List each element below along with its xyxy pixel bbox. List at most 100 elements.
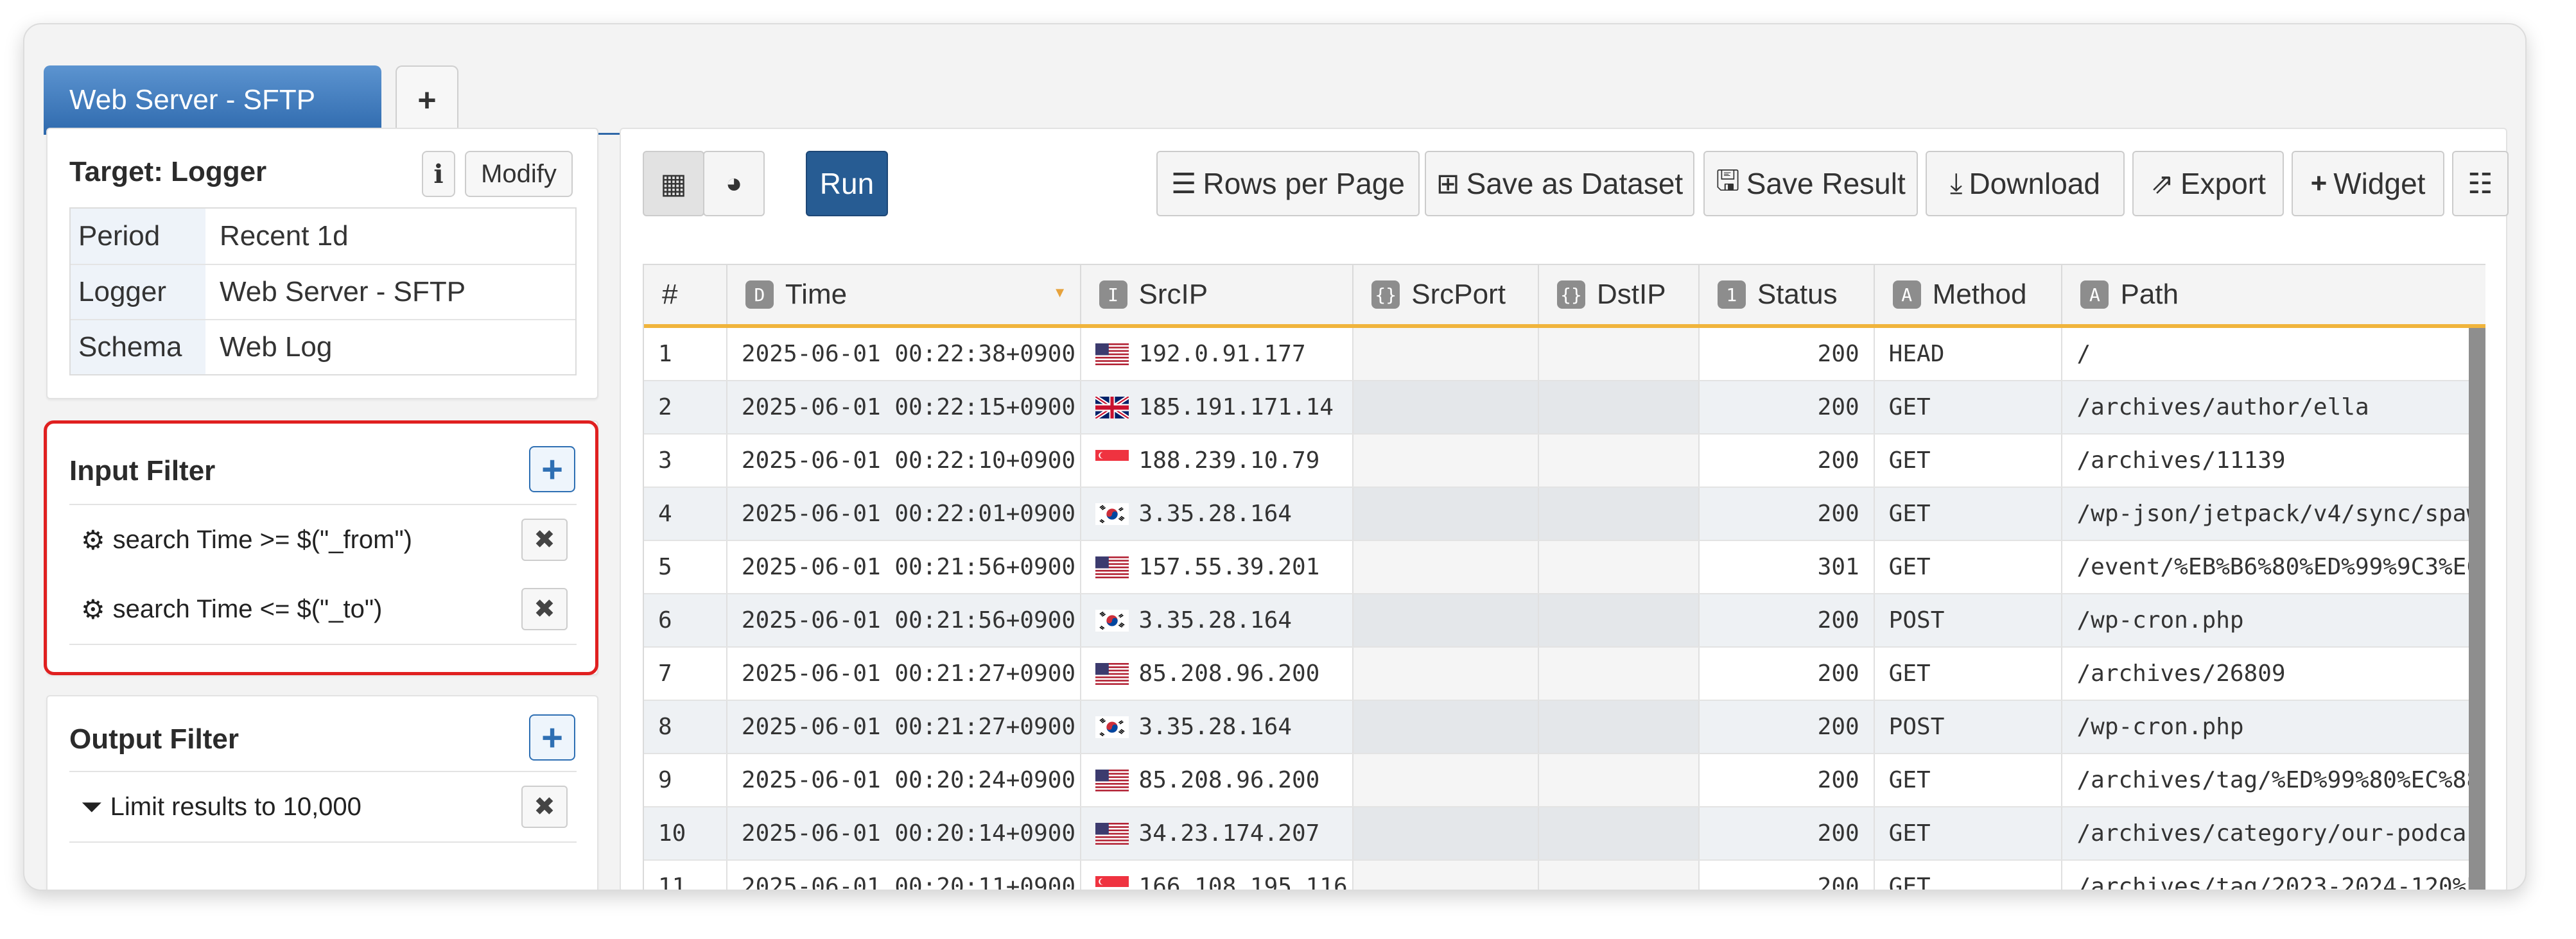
status-cell: 200 bbox=[1700, 701, 1875, 753]
path-cell: /archives/11139 bbox=[2062, 435, 2485, 487]
dstip-cell bbox=[1539, 807, 1700, 859]
column-type-badge: A bbox=[2080, 280, 2109, 309]
dstip-cell bbox=[1539, 541, 1700, 593]
table-row[interactable]: 2 2025-06-01 00:22:15+0900 185.191.171.14 2… bbox=[644, 381, 2485, 435]
column-header-dstip[interactable]: {} DstIP bbox=[1539, 265, 1700, 324]
target-info-row: Logger Web Server - SFTP bbox=[71, 264, 575, 319]
time-cell: 2025-06-01 00:21:27+0900 bbox=[727, 701, 1081, 753]
flag-kr-icon bbox=[1095, 609, 1129, 632]
column-label: Time bbox=[785, 279, 848, 310]
time-cell-text: 2025-06-01 00:21:27+0900 bbox=[741, 660, 1076, 687]
time-cell-text: 2025-06-01 00:22:38+0900 bbox=[741, 341, 1076, 367]
row-number-cell-text: 9 bbox=[658, 767, 672, 793]
srcip-cell: 85.208.96.200 bbox=[1081, 754, 1354, 806]
method-cell: GET bbox=[1875, 648, 2063, 700]
srcport-cell bbox=[1353, 488, 1540, 540]
row-number-cell: 8 bbox=[644, 701, 727, 753]
widget-button[interactable]: + Widget bbox=[2292, 151, 2444, 216]
remove-filter-button[interactable]: ✖ bbox=[521, 588, 568, 630]
time-cell: 2025-06-01 00:22:15+0900 bbox=[727, 381, 1081, 433]
srcip-text: 3.35.28.164 bbox=[1138, 501, 1292, 527]
srcip-cell: 3.35.28.164 bbox=[1081, 488, 1354, 540]
column-header-method[interactable]: A Method bbox=[1875, 265, 2063, 324]
column-header-[interactable]: # bbox=[644, 265, 727, 324]
method-cell-text: GET bbox=[1888, 394, 1931, 420]
table-row[interactable]: 8 2025-06-01 00:21:27+0900 3.35.28.164 200 P… bbox=[644, 701, 2485, 754]
add-output-filter-button[interactable]: + bbox=[529, 714, 575, 761]
add-tab-button[interactable]: + bbox=[396, 65, 458, 134]
srcip-cell: 185.191.171.14 bbox=[1081, 381, 1354, 433]
column-header-time[interactable]: D Time ▼ bbox=[727, 265, 1081, 324]
column-header-status[interactable]: 1 Status bbox=[1700, 265, 1875, 324]
srcip-cell: 188.239.10.79 bbox=[1081, 435, 1354, 487]
status-cell-text: 200 bbox=[1817, 820, 1859, 847]
modify-button[interactable]: Modify bbox=[465, 151, 573, 197]
status-cell: 200 bbox=[1700, 328, 1875, 380]
download-button[interactable]: ⤓ Download bbox=[1926, 151, 2125, 216]
table-row[interactable]: 10 2025-06-01 00:20:14+0900 34.23.174.207 2… bbox=[644, 807, 2485, 861]
remove-filter-button[interactable]: ✖ bbox=[521, 786, 568, 828]
time-cell: 2025-06-01 00:22:01+0900 bbox=[727, 488, 1081, 540]
rows-per-page-button[interactable]: ☰ Rows per Page bbox=[1156, 151, 1420, 216]
chart-view-button[interactable]: ◕ bbox=[703, 151, 765, 216]
remove-filter-button[interactable]: ✖ bbox=[521, 519, 568, 561]
tab-web-server-sftp[interactable]: Web Server - SFTP bbox=[44, 65, 381, 135]
path-cell-text: /wp-cron.php bbox=[2076, 714, 2244, 740]
rows-per-page-label: Rows per Page bbox=[1203, 167, 1405, 200]
columns-settings-button[interactable]: ☷ bbox=[2452, 151, 2509, 216]
path-cell: /wp-cron.php bbox=[2062, 701, 2485, 753]
method-cell-text: GET bbox=[1888, 501, 1931, 527]
column-type-badge: A bbox=[1892, 280, 1921, 309]
dstip-cell bbox=[1539, 381, 1700, 433]
save-icon: 🖫 bbox=[1716, 164, 1740, 196]
save-result-button[interactable]: 🖫 Save Result bbox=[1703, 151, 1918, 216]
output-filter-item: ⏷ Limit results to 10,000 ✖ bbox=[69, 772, 577, 841]
method-cell-text: GET bbox=[1888, 554, 1931, 580]
table-row[interactable]: 4 2025-06-01 00:22:01+0900 3.35.28.164 200 G… bbox=[644, 488, 2485, 541]
save-dataset-label: Save as Dataset bbox=[1466, 167, 1684, 200]
table-row[interactable]: 3 2025-06-01 00:22:10+0900 188.239.10.79 20… bbox=[644, 435, 2485, 488]
srcip-cell: 166.108.195.116 bbox=[1081, 861, 1354, 890]
srcip-text: 157.55.39.201 bbox=[1138, 554, 1320, 580]
table-row[interactable]: 7 2025-06-01 00:21:27+0900 85.208.96.200 20… bbox=[644, 648, 2485, 701]
run-button[interactable]: Run bbox=[806, 151, 888, 216]
row-number-cell-text: 4 bbox=[658, 501, 672, 527]
column-header-srcip[interactable]: I SrcIP bbox=[1081, 265, 1354, 324]
target-info-value: Web Server - SFTP bbox=[220, 276, 466, 307]
target-info-key: Period bbox=[71, 209, 205, 264]
path-cell: /archives/tag/%ED%99%80%EC%88 bbox=[2062, 754, 2485, 806]
time-cell-text: 2025-06-01 00:20:11+0900 bbox=[741, 874, 1076, 891]
status-cell: 200 bbox=[1700, 435, 1875, 487]
dstip-cell bbox=[1539, 648, 1700, 700]
row-number-cell-text: 7 bbox=[658, 660, 672, 687]
table-row[interactable]: 11 2025-06-01 00:20:11+0900 166.108.195.11… bbox=[644, 861, 2485, 891]
grid-view-button[interactable]: ▦ bbox=[643, 151, 704, 216]
info-button[interactable]: i bbox=[422, 151, 455, 197]
column-header-path[interactable]: A Path bbox=[2062, 265, 2485, 324]
time-cell-text: 2025-06-01 00:21:56+0900 bbox=[741, 554, 1076, 580]
path-cell: / bbox=[2062, 328, 2485, 380]
srcport-cell bbox=[1353, 594, 1540, 646]
vertical-scrollbar[interactable] bbox=[2469, 328, 2485, 890]
path-cell-text: /archives/category/our-podcas bbox=[2076, 820, 2481, 847]
add-input-filter-button[interactable]: + bbox=[529, 446, 575, 492]
export-button[interactable]: ⇗ Export bbox=[2132, 151, 2284, 216]
table-row[interactable]: 6 2025-06-01 00:21:56+0900 3.35.28.164 200 P… bbox=[644, 594, 2485, 648]
column-header-srcport[interactable]: {} SrcPort bbox=[1353, 265, 1540, 324]
table-row[interactable]: 9 2025-06-01 00:20:24+0900 85.208.96.200 20… bbox=[644, 754, 2485, 807]
row-number-cell: 1 bbox=[644, 328, 727, 380]
table-row[interactable]: 5 2025-06-01 00:21:56+0900 157.55.39.201 30… bbox=[644, 541, 2485, 594]
srcport-cell bbox=[1353, 701, 1540, 753]
app-window: Web Server - SFTP + Target: Logger i Mod… bbox=[23, 23, 2527, 891]
target-info-table: Period Recent 1d Logger Web Server - SFTP Sc… bbox=[69, 207, 577, 375]
flag-sg-icon bbox=[1095, 875, 1129, 890]
column-label: Path bbox=[2120, 279, 2179, 310]
srcip-text: 188.239.10.79 bbox=[1138, 447, 1320, 474]
input-filter-panel: Input Filter + ⚙ search Time >= $("_from… bbox=[46, 420, 598, 675]
column-type-badge: {} bbox=[1371, 280, 1400, 309]
table-row[interactable]: 1 2025-06-01 00:22:38+0900 192.0.91.177 200… bbox=[644, 328, 2485, 381]
status-cell-text: 301 bbox=[1817, 554, 1859, 580]
flag-kr-icon bbox=[1095, 716, 1129, 738]
flag-us-icon bbox=[1095, 822, 1129, 845]
save-dataset-button[interactable]: ⊞ Save as Dataset bbox=[1425, 151, 1694, 216]
